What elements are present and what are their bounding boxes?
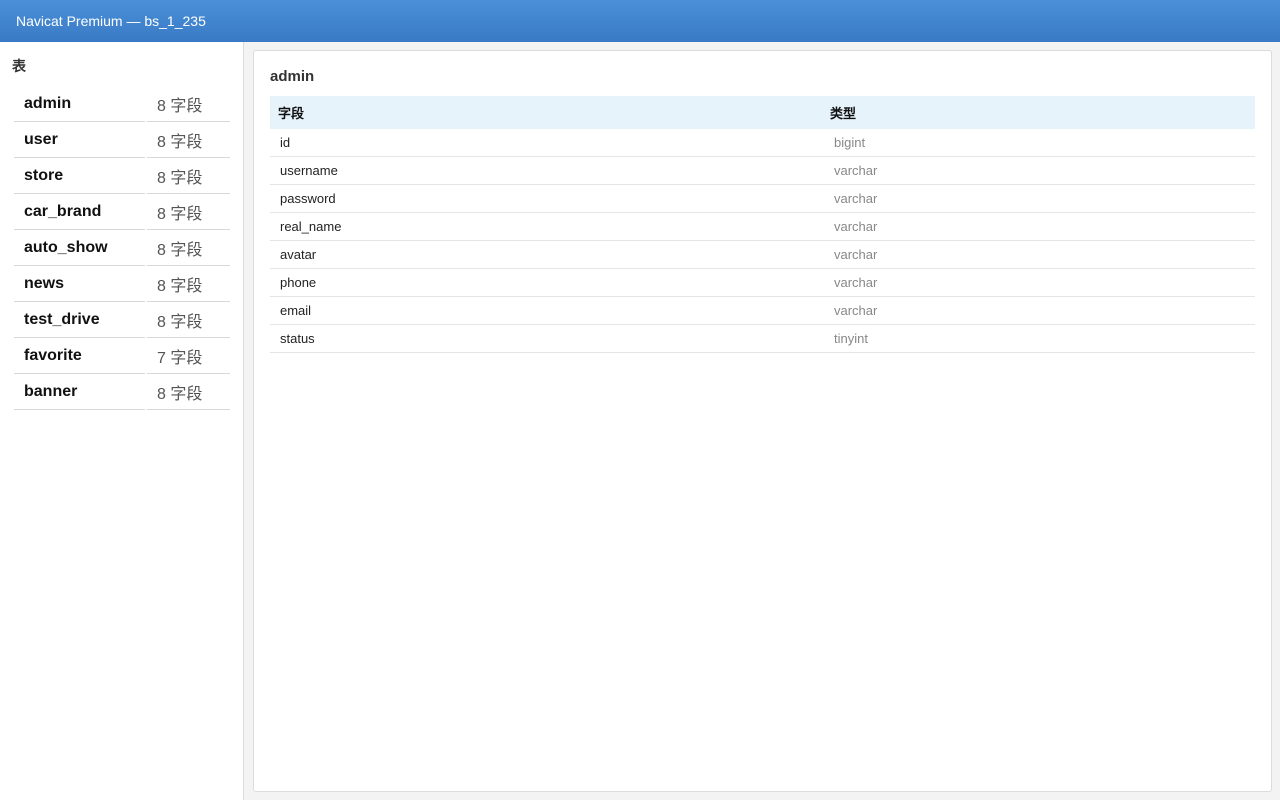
table-row[interactable]: email varchar bbox=[270, 296, 1255, 325]
window-title: Navicat Premium — bs_1_235 bbox=[16, 13, 206, 29]
field-name-cell: real_name bbox=[270, 212, 824, 241]
field-type-cell: tinyint bbox=[824, 324, 1255, 353]
field-type-cell: varchar bbox=[824, 240, 1255, 269]
table-name: car_brand bbox=[14, 194, 145, 230]
table-item-banner[interactable]: banner 8 字段 bbox=[14, 374, 230, 410]
field-count: 8 字段 bbox=[147, 86, 230, 122]
table-item-store[interactable]: store 8 字段 bbox=[14, 158, 230, 194]
table-name: admin bbox=[14, 86, 145, 122]
table-row[interactable]: avatar varchar bbox=[270, 240, 1255, 269]
panel-title: admin bbox=[270, 68, 315, 85]
field-type-cell: varchar bbox=[824, 212, 1255, 241]
field-table: 字段 类型 id bigint username varchar passwor… bbox=[270, 96, 1255, 353]
table-row[interactable]: username varchar bbox=[270, 156, 1255, 185]
field-name-cell: phone bbox=[270, 268, 824, 297]
field-type-cell: varchar bbox=[824, 268, 1255, 297]
field-type-cell: varchar bbox=[824, 184, 1255, 213]
field-name-cell: username bbox=[270, 156, 824, 185]
field-name-cell: status bbox=[270, 324, 824, 353]
field-count: 8 字段 bbox=[147, 266, 230, 302]
table-name: favorite bbox=[14, 338, 145, 374]
column-header-type[interactable]: 类型 bbox=[824, 96, 1255, 129]
field-count: 8 字段 bbox=[147, 302, 230, 338]
table-item-car-brand[interactable]: car_brand 8 字段 bbox=[14, 194, 230, 230]
table-row[interactable]: real_name varchar bbox=[270, 212, 1255, 241]
column-header-field[interactable]: 字段 bbox=[270, 96, 824, 129]
field-name-cell: avatar bbox=[270, 240, 824, 269]
table-item-user[interactable]: user 8 字段 bbox=[14, 122, 230, 158]
field-count: 7 字段 bbox=[147, 338, 230, 374]
table-name: banner bbox=[14, 374, 145, 410]
field-type-cell: varchar bbox=[824, 156, 1255, 185]
field-count: 8 字段 bbox=[147, 194, 230, 230]
field-type-cell: bigint bbox=[824, 129, 1255, 157]
field-name-cell: password bbox=[270, 184, 824, 213]
table-item-admin[interactable]: admin 8 字段 bbox=[14, 86, 230, 122]
table-row[interactable]: status tinyint bbox=[270, 324, 1255, 353]
table-row[interactable]: phone varchar bbox=[270, 268, 1255, 297]
table-name: store bbox=[14, 158, 145, 194]
field-type-cell: varchar bbox=[824, 296, 1255, 325]
field-count: 8 字段 bbox=[147, 230, 230, 266]
sidebar-heading: 表 bbox=[12, 58, 26, 74]
table-name: user bbox=[14, 122, 145, 158]
table-list: admin 8 字段 user 8 字段 store 8 字段 car_bran… bbox=[14, 86, 230, 410]
field-count: 8 字段 bbox=[147, 374, 230, 410]
table-item-favorite[interactable]: favorite 7 字段 bbox=[14, 338, 230, 374]
table-header-row: 字段 类型 bbox=[270, 96, 1255, 129]
title-bar: Navicat Premium — bs_1_235 bbox=[0, 0, 1280, 42]
table-item-auto-show[interactable]: auto_show 8 字段 bbox=[14, 230, 230, 266]
table-structure-panel: admin 字段 类型 id bigint username varchar p… bbox=[253, 50, 1272, 792]
table-item-test-drive[interactable]: test_drive 8 字段 bbox=[14, 302, 230, 338]
field-name-cell: id bbox=[270, 129, 824, 157]
table-row[interactable]: id bigint bbox=[270, 129, 1255, 157]
table-name: test_drive bbox=[14, 302, 145, 338]
field-count: 8 字段 bbox=[147, 122, 230, 158]
table-item-news[interactable]: news 8 字段 bbox=[14, 266, 230, 302]
field-count: 8 字段 bbox=[147, 158, 230, 194]
sidebar: 表 admin 8 字段 user 8 字段 store 8 字段 car_br… bbox=[0, 42, 244, 800]
table-name: news bbox=[14, 266, 145, 302]
table-row[interactable]: password varchar bbox=[270, 184, 1255, 213]
table-name: auto_show bbox=[14, 230, 145, 266]
field-name-cell: email bbox=[270, 296, 824, 325]
